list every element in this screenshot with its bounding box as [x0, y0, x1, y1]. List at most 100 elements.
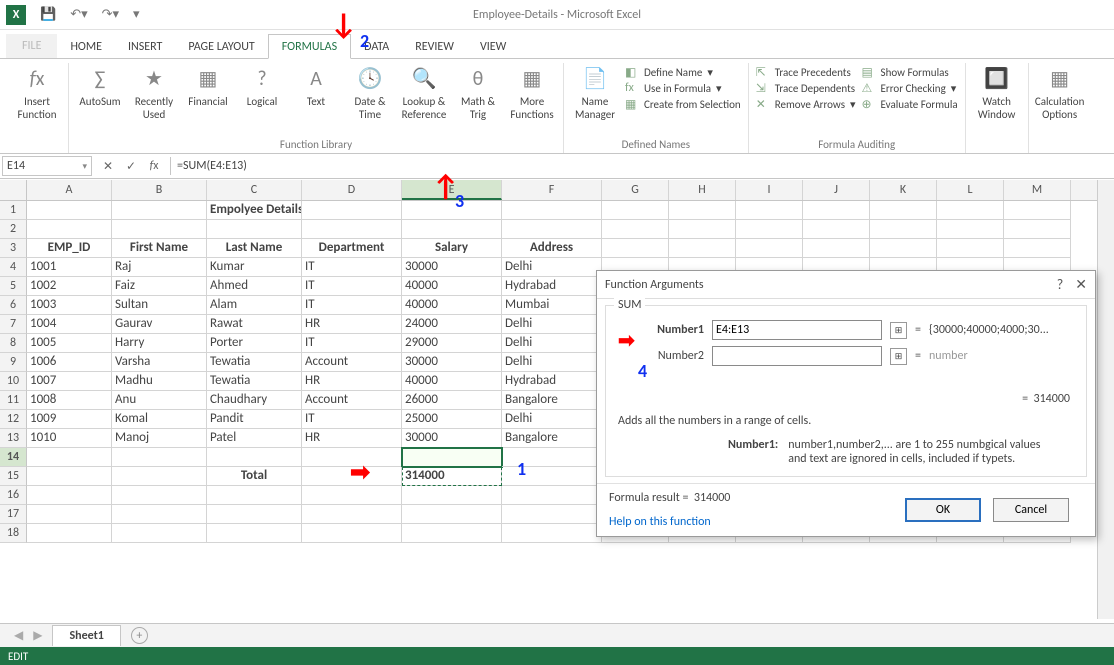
row-header-6[interactable]: 6: [0, 296, 27, 315]
cell[interactable]: [112, 220, 207, 239]
row-header-7[interactable]: 7: [0, 315, 27, 334]
cell[interactable]: 1007: [27, 372, 112, 391]
cell[interactable]: Patel: [207, 429, 302, 448]
cell[interactable]: Delhi: [502, 353, 602, 372]
row-header-14[interactable]: 14: [0, 448, 27, 467]
select-all-corner[interactable]: [0, 180, 27, 200]
cell[interactable]: [803, 239, 870, 258]
number1-input[interactable]: [712, 320, 882, 340]
row-header-9[interactable]: 9: [0, 353, 27, 372]
number2-input[interactable]: [712, 346, 882, 366]
trace-dependents-button[interactable]: ⇲Trace Dependents: [756, 81, 856, 95]
row-header-12[interactable]: 12: [0, 410, 27, 429]
row-header-1[interactable]: 1: [0, 201, 27, 220]
cancel-button[interactable]: Cancel: [993, 498, 1069, 522]
help-link[interactable]: Help on this function: [609, 515, 711, 529]
logical-button[interactable]: ?Logical: [238, 63, 286, 109]
row-header-16[interactable]: 16: [0, 486, 27, 505]
cell[interactable]: [112, 486, 207, 505]
cell[interactable]: 24000: [402, 315, 502, 334]
cell[interactable]: Delhi: [502, 334, 602, 353]
range-selector-icon[interactable]: ⊞: [890, 348, 907, 365]
cell[interactable]: [112, 467, 207, 486]
add-sheet-button[interactable]: +: [131, 627, 148, 644]
trace-precedents-button[interactable]: ⇱Trace Precedents: [756, 65, 856, 79]
col-header-A[interactable]: A: [27, 180, 112, 200]
cell[interactable]: [27, 448, 112, 467]
cell[interactable]: 1002: [27, 277, 112, 296]
cell[interactable]: [669, 201, 736, 220]
cell[interactable]: Hydrabad: [502, 372, 602, 391]
cell[interactable]: 314000: [402, 467, 502, 486]
col-header-H[interactable]: H: [669, 180, 736, 200]
lookup-button[interactable]: 🔍Lookup & Reference: [400, 63, 448, 121]
help-icon[interactable]: ?: [1057, 276, 1064, 293]
cell[interactable]: 30000: [402, 353, 502, 372]
cell[interactable]: [27, 486, 112, 505]
cell[interactable]: Bangalore: [502, 391, 602, 410]
tab-page-layout[interactable]: PAGE LAYOUT: [175, 35, 267, 58]
cell[interactable]: [302, 505, 402, 524]
cell[interactable]: Delhi: [502, 258, 602, 277]
col-header-B[interactable]: B: [112, 180, 207, 200]
cell[interactable]: 1009: [27, 410, 112, 429]
cell[interactable]: 1008: [27, 391, 112, 410]
row-header-18[interactable]: 18: [0, 524, 27, 543]
vertical-scrollbar[interactable]: [1097, 180, 1114, 619]
close-icon[interactable]: ✕: [1075, 276, 1087, 293]
row-header-17[interactable]: 17: [0, 505, 27, 524]
cell[interactable]: Last Name: [207, 239, 302, 258]
cell[interactable]: [302, 201, 402, 220]
prev-sheet-icon[interactable]: ◀: [14, 628, 23, 643]
define-name-button[interactable]: ◧Define Name ▾: [625, 65, 741, 79]
cell[interactable]: [736, 239, 803, 258]
cell[interactable]: [803, 220, 870, 239]
cell[interactable]: Account: [302, 391, 402, 410]
cell[interactable]: Delhi: [502, 315, 602, 334]
row-header-15[interactable]: 15: [0, 467, 27, 486]
col-header-L[interactable]: L: [937, 180, 1004, 200]
cell[interactable]: [402, 448, 502, 467]
col-header-F[interactable]: F: [502, 180, 602, 200]
cell[interactable]: [502, 201, 602, 220]
autosum-button[interactable]: ∑AutoSum: [76, 63, 124, 109]
cell[interactable]: [302, 220, 402, 239]
cell[interactable]: IT: [302, 277, 402, 296]
cell[interactable]: [870, 239, 937, 258]
tab-view[interactable]: VIEW: [467, 35, 519, 58]
math-button[interactable]: θMath & Trig: [454, 63, 502, 121]
cell[interactable]: [602, 201, 669, 220]
cell[interactable]: Account: [302, 353, 402, 372]
col-header-C[interactable]: C: [207, 180, 302, 200]
fx-icon[interactable]: fx: [144, 159, 164, 173]
cell[interactable]: [1004, 239, 1071, 258]
datetime-button[interactable]: 🕓Date & Time: [346, 63, 394, 121]
cell[interactable]: First Name: [112, 239, 207, 258]
evaluate-formula-button[interactable]: ⊕Evaluate Formula: [862, 97, 958, 111]
cell[interactable]: Gaurav: [112, 315, 207, 334]
cell[interactable]: [302, 448, 402, 467]
cell[interactable]: HR: [302, 315, 402, 334]
sheet-tab[interactable]: Sheet1: [52, 625, 120, 646]
cell[interactable]: Address: [502, 239, 602, 258]
row-header-10[interactable]: 10: [0, 372, 27, 391]
cell[interactable]: [112, 201, 207, 220]
cell[interactable]: 1006: [27, 353, 112, 372]
cell[interactable]: [27, 220, 112, 239]
cell[interactable]: Chaudhary: [207, 391, 302, 410]
cell[interactable]: [602, 220, 669, 239]
tab-review[interactable]: REVIEW: [402, 35, 467, 58]
cell[interactable]: [302, 486, 402, 505]
cell[interactable]: [937, 239, 1004, 258]
cell[interactable]: HR: [302, 429, 402, 448]
name-box[interactable]: E14: [2, 156, 92, 176]
col-header-G[interactable]: G: [602, 180, 669, 200]
cell[interactable]: [736, 220, 803, 239]
enter-icon[interactable]: ✓: [121, 159, 141, 174]
cell[interactable]: 26000: [402, 391, 502, 410]
save-icon[interactable]: 💾: [40, 7, 56, 22]
show-formulas-button[interactable]: ▤Show Formulas: [862, 65, 958, 79]
cell[interactable]: [402, 220, 502, 239]
cell[interactable]: [937, 220, 1004, 239]
cell[interactable]: [27, 467, 112, 486]
